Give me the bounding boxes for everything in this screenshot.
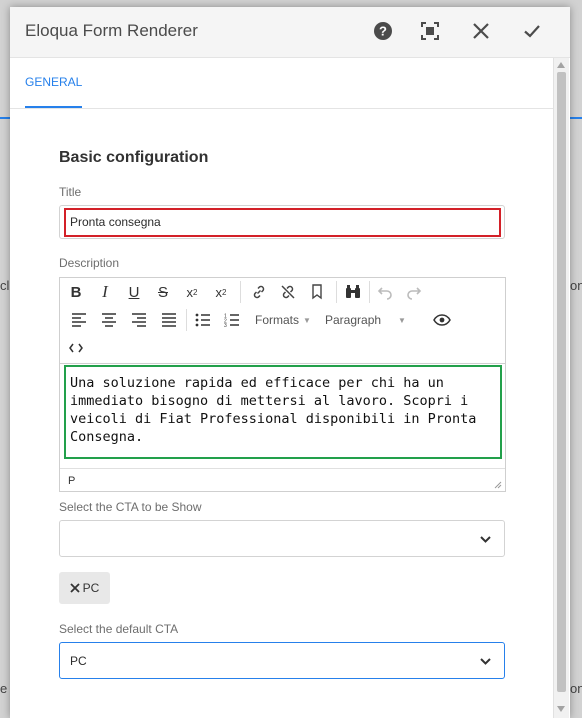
superscript-icon[interactable]: x2 <box>208 280 234 304</box>
scroll-up-icon[interactable] <box>557 62 565 68</box>
bookmark-icon[interactable] <box>304 280 330 304</box>
scroll-down-icon[interactable] <box>557 706 565 712</box>
numbered-list-icon[interactable]: 123 <box>219 308 245 332</box>
help-icon: ? <box>374 22 392 40</box>
underline-icon[interactable]: U <box>121 280 147 304</box>
editor-element-path: P <box>68 475 76 487</box>
scrollbar-thumb[interactable] <box>557 72 566 692</box>
title-input[interactable]: Pronta consegna <box>59 205 505 239</box>
cta-show-select[interactable] <box>59 520 505 557</box>
close-icon <box>473 23 489 39</box>
background-page: on <box>570 681 582 696</box>
background-page <box>570 117 582 119</box>
bold-icon[interactable]: B <box>63 280 89 304</box>
preview-icon[interactable] <box>429 308 455 332</box>
help-button[interactable]: ? <box>369 17 397 45</box>
unlink-icon[interactable] <box>275 280 301 304</box>
cta-tag-pc[interactable]: PC <box>59 572 110 604</box>
italic-icon[interactable]: I <box>92 280 118 304</box>
source-code-icon[interactable] <box>63 336 89 360</box>
background-page: e <box>0 681 8 696</box>
fullscreen-button[interactable] <box>416 17 444 45</box>
dialog: Eloqua Form Renderer ? GENERAL Basic con… <box>10 7 570 718</box>
undo-icon[interactable] <box>372 280 398 304</box>
caret-down-icon: ▼ <box>303 315 311 325</box>
dialog-title: Eloqua Form Renderer <box>25 21 198 40</box>
background-page <box>0 117 10 119</box>
paragraph-dropdown[interactable]: Paragraph ▼ <box>325 308 415 332</box>
background-page: cl <box>0 278 10 293</box>
toolbar-separator <box>336 281 337 303</box>
rich-text-editor: B I U S x2 x2 1 2 3 Formats ▼ Paragraph … <box>59 277 506 492</box>
resize-handle-icon[interactable] <box>494 481 502 489</box>
section-title: Basic configuration <box>59 149 209 166</box>
tab-general[interactable]: GENERAL <box>25 58 83 108</box>
align-left-icon[interactable] <box>66 308 92 332</box>
align-justify-icon[interactable] <box>156 308 182 332</box>
fullscreen-icon <box>421 22 439 40</box>
caret-down-icon: ▼ <box>398 315 406 325</box>
check-icon <box>524 25 540 38</box>
remove-tag-icon[interactable] <box>70 583 80 593</box>
background-page: on <box>570 278 582 293</box>
cta-show-label: Select the CTA to be Show <box>59 500 202 514</box>
align-center-icon[interactable] <box>96 308 122 332</box>
title-label: Title <box>59 185 82 199</box>
align-right-icon[interactable] <box>126 308 152 332</box>
find-replace-icon[interactable] <box>340 280 366 304</box>
chevron-down-icon <box>480 536 491 543</box>
editor-statusbar: P <box>60 468 505 492</box>
editor-toolbar: B I U S x2 x2 1 2 3 Formats ▼ Paragraph … <box>60 278 505 364</box>
editor-content[interactable]: Una soluzione rapida ed efficace per chi… <box>60 364 505 464</box>
toolbar-separator <box>369 281 370 303</box>
svg-text:?: ? <box>379 24 387 39</box>
bullet-list-icon[interactable] <box>190 308 216 332</box>
redo-icon[interactable] <box>401 280 427 304</box>
subscript-icon[interactable]: x2 <box>179 280 205 304</box>
confirm-button[interactable] <box>518 17 546 45</box>
cta-tag-label: PC <box>82 581 100 595</box>
cta-default-value: PC <box>70 653 87 668</box>
tab-bar: GENERAL <box>10 58 554 109</box>
toolbar-separator <box>186 309 187 331</box>
paragraph-dropdown-label: Paragraph <box>325 313 382 327</box>
dialog-scrollbar[interactable] <box>553 58 569 718</box>
toolbar-separator <box>240 281 241 303</box>
link-icon[interactable] <box>246 280 272 304</box>
strikethrough-icon[interactable]: S <box>150 280 176 304</box>
svg-text:3: 3 <box>224 323 227 327</box>
dialog-header: Eloqua Form Renderer ? <box>10 7 570 58</box>
title-input-value: Pronta consegna <box>70 215 161 229</box>
close-button[interactable] <box>467 17 495 45</box>
chevron-down-icon <box>480 658 491 665</box>
cta-default-label: Select the default CTA <box>59 622 179 636</box>
cta-default-select[interactable]: PC <box>59 642 505 679</box>
formats-dropdown-label: Formats <box>255 313 300 327</box>
description-label: Description <box>59 256 120 270</box>
formats-dropdown[interactable]: Formats ▼ <box>255 308 317 332</box>
